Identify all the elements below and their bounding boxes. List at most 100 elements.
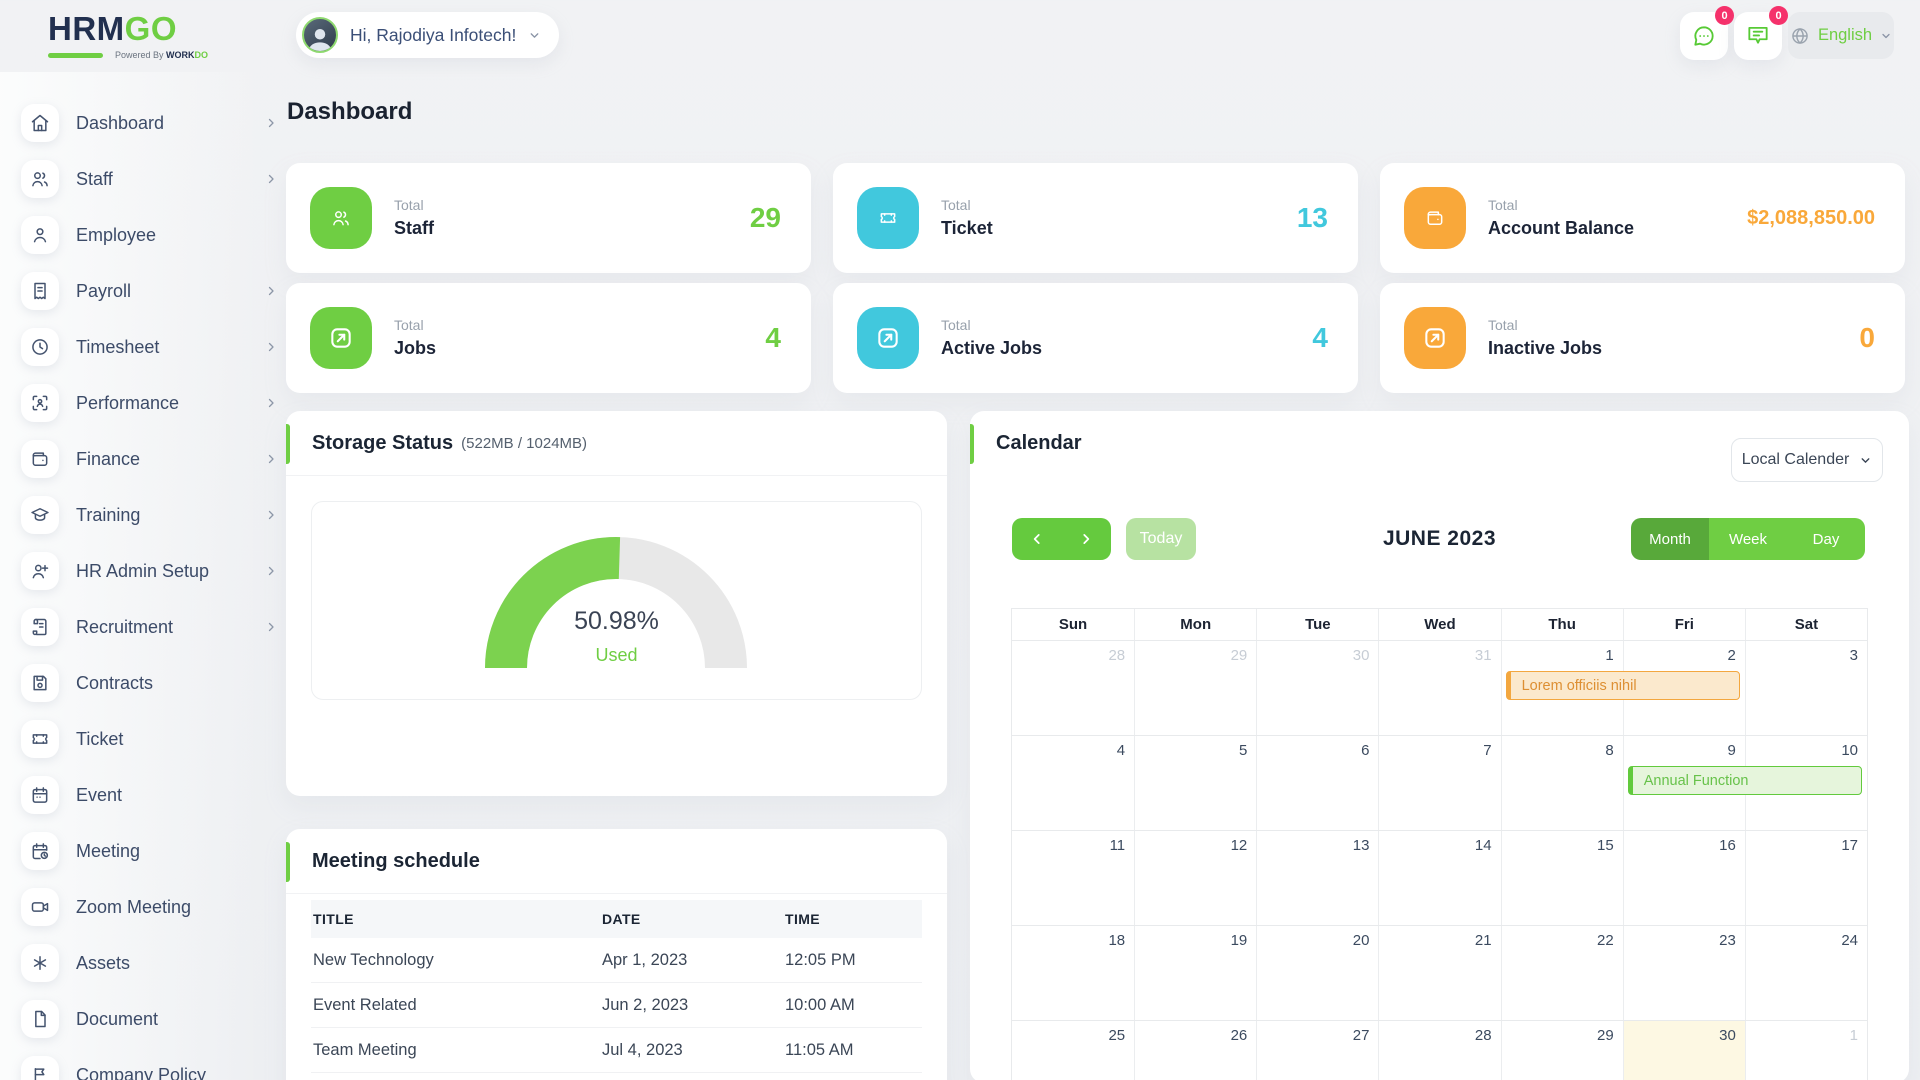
- calendar-event-lorem-officiis-nihil[interactable]: Lorem officiis nihil: [1506, 671, 1740, 700]
- stat-value: $2,088,850.00: [1747, 207, 1875, 230]
- user-menu[interactable]: Hi, Rajodiya Infotech!: [296, 12, 559, 58]
- calendar-day-29[interactable]: 29: [1501, 1021, 1623, 1080]
- sidebar-item-training[interactable]: Training: [21, 496, 277, 534]
- calendar-day-27[interactable]: 27: [1256, 1021, 1378, 1080]
- calendar-source-dropdown[interactable]: Local Calender: [1731, 438, 1883, 482]
- language-selector[interactable]: English: [1788, 12, 1894, 59]
- home-icon: [21, 104, 59, 142]
- sidebar-item-label: Finance: [76, 449, 140, 470]
- calendar-day-17[interactable]: 17: [1745, 831, 1867, 925]
- stat-prefix: Total: [1488, 317, 1602, 333]
- sidebar-item-staff[interactable]: Staff: [21, 160, 277, 198]
- calendar-day-16[interactable]: 16: [1623, 831, 1745, 925]
- calendar-day-23[interactable]: 23: [1623, 926, 1745, 1020]
- calendar-day-30[interactable]: 30: [1623, 1021, 1745, 1080]
- calendar-view-month[interactable]: Month: [1631, 518, 1709, 560]
- sidebar-item-company-policy[interactable]: Company Policy: [21, 1056, 277, 1080]
- calendar-day-28-muted[interactable]: 28: [1012, 641, 1134, 735]
- accent-bar: [286, 842, 290, 882]
- calendar-day-26[interactable]: 26: [1134, 1021, 1256, 1080]
- meeting-row-event-related: Event RelatedJun 2, 202310:00 AM: [311, 983, 922, 1028]
- calendar-view-day[interactable]: Day: [1787, 518, 1865, 560]
- sidebar-item-zoom-meeting[interactable]: Zoom Meeting: [21, 888, 277, 926]
- calendar-day-15[interactable]: 15: [1501, 831, 1623, 925]
- graduation-cap-icon: [21, 496, 59, 534]
- calendar-day-20[interactable]: 20: [1256, 926, 1378, 1020]
- chevron-right-icon: [265, 453, 277, 465]
- calendar-week-2: 45678910Annual Function: [1011, 735, 1868, 830]
- day-header-sun: Sun: [1012, 609, 1134, 640]
- sidebar-item-dashboard[interactable]: Dashboard: [21, 104, 277, 142]
- calendar-day-1-muted[interactable]: 1: [1745, 1021, 1867, 1080]
- chevron-right-icon: [265, 117, 277, 129]
- calendar-day-22[interactable]: 22: [1501, 926, 1623, 1020]
- calendar-day-5[interactable]: 5: [1134, 736, 1256, 830]
- sidebar-item-recruitment[interactable]: Recruitment: [21, 608, 277, 646]
- calendar-day-30-muted[interactable]: 30: [1256, 641, 1378, 735]
- day-header-sat: Sat: [1745, 609, 1867, 640]
- meeting-title: New Technology: [311, 951, 600, 970]
- calendar-day-29-muted[interactable]: 29: [1134, 641, 1256, 735]
- sidebar-item-meeting[interactable]: Meeting: [21, 832, 277, 870]
- column-title: TITLE: [311, 911, 600, 927]
- calendar-day-18[interactable]: 18: [1012, 926, 1134, 1020]
- sidebar-item-timesheet[interactable]: Timesheet: [21, 328, 277, 366]
- clock-icon: [21, 328, 59, 366]
- day-header-thu: Thu: [1501, 609, 1623, 640]
- stat-value: 13: [1297, 202, 1328, 234]
- storage-used-label: Used: [312, 645, 921, 666]
- stat-card-active-jobs: TotalActive Jobs4: [833, 283, 1358, 393]
- sidebar-item-ticket[interactable]: Ticket: [21, 720, 277, 758]
- sidebar-item-label: Contracts: [76, 673, 153, 694]
- storage-capacity: (522MB / 1024MB): [461, 435, 587, 452]
- stat-value: 29: [750, 202, 781, 234]
- calendar-event-annual-function[interactable]: Annual Function: [1628, 766, 1862, 795]
- app-logo[interactable]: HRMGO Powered By WORKDO: [48, 12, 208, 60]
- calendar-view-week[interactable]: Week: [1709, 518, 1787, 560]
- sidebar-item-contracts[interactable]: Contracts: [21, 664, 277, 702]
- greeting-text: Hi, Rajodiya Infotech!: [350, 25, 516, 46]
- calendar-day-24[interactable]: 24: [1745, 926, 1867, 1020]
- sidebar-item-document[interactable]: Document: [21, 1000, 277, 1038]
- accent-bar: [286, 424, 290, 464]
- calendar-day-7[interactable]: 7: [1378, 736, 1500, 830]
- sidebar-item-employee[interactable]: Employee: [21, 216, 277, 254]
- calendar-day-6[interactable]: 6: [1256, 736, 1378, 830]
- meeting-title: Event Related: [311, 996, 600, 1015]
- notifications-button[interactable]: 0: [1734, 12, 1782, 60]
- stat-label: Active Jobs: [941, 338, 1042, 359]
- sidebar-item-assets[interactable]: Assets: [21, 944, 277, 982]
- sidebar-item-payroll[interactable]: Payroll: [21, 272, 277, 310]
- sidebar-item-finance[interactable]: Finance: [21, 440, 277, 478]
- sidebar-item-label: Company Policy: [76, 1065, 206, 1080]
- flag-icon: [21, 1056, 59, 1080]
- arrow-up-right-square-icon: [310, 307, 372, 369]
- globe-icon: [1790, 26, 1810, 46]
- stat-card-jobs: TotalJobs4: [286, 283, 811, 393]
- calendar-day-28[interactable]: 28: [1378, 1021, 1500, 1080]
- calendar-day-11[interactable]: 11: [1012, 831, 1134, 925]
- calendar-day-21[interactable]: 21: [1378, 926, 1500, 1020]
- calendar-day-4[interactable]: 4: [1012, 736, 1134, 830]
- calendar-day-3[interactable]: 3: [1745, 641, 1867, 735]
- meeting-time: 10:00 AM: [783, 996, 922, 1015]
- sidebar-item-event[interactable]: Event: [21, 776, 277, 814]
- calendar-day-13[interactable]: 13: [1256, 831, 1378, 925]
- sidebar-item-label: Timesheet: [76, 337, 159, 358]
- sidebar-item-performance[interactable]: Performance: [21, 384, 277, 422]
- chevron-right-icon: [265, 565, 277, 577]
- calendar-day-31-muted[interactable]: 31: [1378, 641, 1500, 735]
- calendar-day-14[interactable]: 14: [1378, 831, 1500, 925]
- calendar-day-8[interactable]: 8: [1501, 736, 1623, 830]
- language-label: English: [1818, 26, 1872, 45]
- arrow-up-right-square-icon: [857, 307, 919, 369]
- users-icon: [310, 187, 372, 249]
- sidebar-item-label: Performance: [76, 393, 179, 414]
- sidebar-item-hr-admin-setup[interactable]: HR Admin Setup: [21, 552, 277, 590]
- calendar-clock-icon: [21, 832, 59, 870]
- calendar-day-25[interactable]: 25: [1012, 1021, 1134, 1080]
- calendar-day-19[interactable]: 19: [1134, 926, 1256, 1020]
- stat-label: Ticket: [941, 218, 993, 239]
- messages-button[interactable]: 0: [1680, 12, 1728, 60]
- calendar-day-12[interactable]: 12: [1134, 831, 1256, 925]
